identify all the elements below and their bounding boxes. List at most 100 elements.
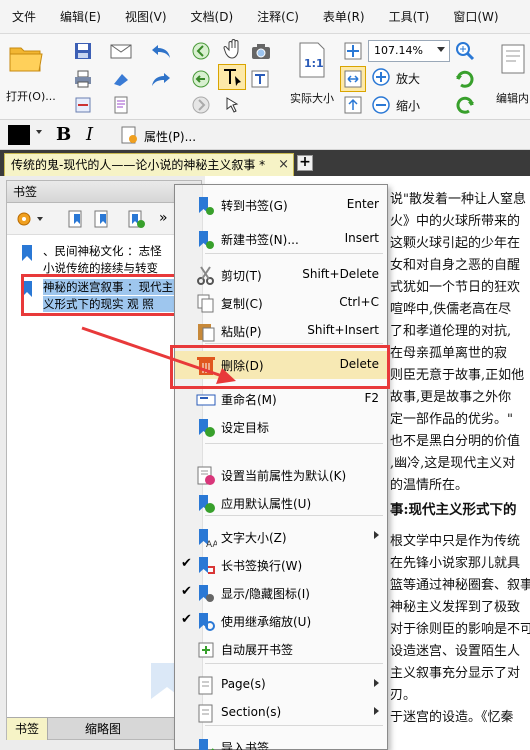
menu-item-wrap-bookmark[interactable]: ✔ 长书签换行(W): [175, 551, 387, 579]
chevron-down-icon[interactable]: [437, 47, 445, 52]
chevron-right-icon: [374, 679, 379, 687]
close-icon[interactable]: ×: [278, 154, 289, 176]
document-line: 于迷宫的设造。《忆秦: [390, 710, 514, 725]
document-line: 也不是黑白分明的价值: [390, 434, 521, 449]
select-annotation-icon[interactable]: [222, 94, 244, 116]
fit-width-icon[interactable]: [342, 40, 364, 62]
menu-tools[interactable]: 工具(T): [377, 0, 442, 34]
add-tab-button[interactable]: +: [297, 155, 313, 171]
zoom-out-icon[interactable]: [370, 94, 392, 116]
forward-icon[interactable]: [190, 94, 212, 116]
gear-icon[interactable]: [13, 208, 35, 230]
chevron-down-icon[interactable]: [36, 130, 42, 134]
menu-item-label: 自动展开书签: [221, 643, 294, 657]
menu-item-set-default[interactable]: 设置当前属性为默认(K): [175, 461, 387, 489]
menu-document[interactable]: 文档(D): [179, 0, 246, 34]
open-label[interactable]: 打开(O)...: [6, 88, 56, 104]
doc-icon[interactable]: [110, 94, 132, 116]
fit-visible-icon[interactable]: [342, 94, 364, 116]
scan-icon[interactable]: [72, 94, 94, 116]
actual-size-icon[interactable]: 1:1: [296, 40, 328, 80]
back-icon[interactable]: [190, 40, 212, 62]
menu-form[interactable]: 表单(R): [311, 0, 377, 34]
bookmark-label-line2: 小说传统的接续与转变: [43, 261, 158, 275]
magnifier-icon[interactable]: [454, 40, 476, 62]
document-line: 定一部作品的优劣。": [390, 412, 513, 427]
new-bookmark-icon[interactable]: [125, 208, 147, 230]
menu-item-auto-expand[interactable]: 自动展开书签: [175, 635, 387, 663]
redo-icon[interactable]: [150, 68, 172, 90]
zoom-in-label[interactable]: 放大: [396, 70, 420, 87]
menu-item-goto-bookmark[interactable]: 转到书签(G) Enter: [175, 191, 387, 219]
tab-thumbnails[interactable]: 缩略图: [77, 718, 129, 740]
menu-item-new-bookmark[interactable]: 新建书签(N)... Insert: [175, 225, 387, 253]
color-swatch[interactable]: [8, 125, 30, 145]
pages-icon: [198, 676, 213, 695]
text-select-icon[interactable]: [250, 68, 272, 90]
show-hide-icon: [199, 585, 214, 602]
menu-comment[interactable]: 注释(C): [245, 0, 311, 34]
prev-page-icon[interactable]: [190, 68, 212, 90]
fill-icon[interactable]: [110, 68, 132, 90]
menu-item-label: 显示/隐藏图标(I): [221, 587, 310, 601]
menu-item-pages[interactable]: Page(s): [175, 671, 387, 699]
menu-file[interactable]: 文件: [0, 0, 48, 34]
zoom-out-label[interactable]: 缩小: [396, 97, 420, 114]
actual-size-label[interactable]: 实际大小: [290, 90, 334, 106]
more-chevron-icon[interactable]: »: [159, 210, 168, 226]
menu-item-paste[interactable]: 粘贴(P) Shift+Insert: [175, 317, 387, 345]
menu-edit[interactable]: 编辑(E): [48, 0, 113, 34]
bold-button[interactable]: B: [56, 124, 71, 145]
menu-item-rename[interactable]: 重命名(M) F2: [175, 385, 387, 413]
zoom-select[interactable]: 107.14%: [368, 40, 450, 62]
menu-window[interactable]: 窗口(W): [441, 0, 510, 34]
snapshot-icon[interactable]: [250, 40, 272, 62]
fit-page-icon[interactable]: [340, 66, 366, 92]
hand-icon[interactable]: [222, 38, 244, 60]
edit-content-label[interactable]: 编辑内: [496, 90, 529, 106]
document-line: 的温情所在。: [390, 478, 469, 493]
menu-item-label: 应用默认属性(U): [221, 497, 312, 511]
tab-bookmarks[interactable]: 书签: [7, 718, 49, 740]
menu-item-set-target[interactable]: 设定目标: [175, 413, 387, 441]
edit-content-icon[interactable]: [500, 42, 528, 76]
format-toolbar: B I 属性(P)...: [0, 120, 530, 150]
check-icon: ✔: [181, 584, 192, 599]
save-icon[interactable]: [72, 40, 94, 62]
menu-item-label: 导入书签: [221, 741, 270, 750]
rotate-icon[interactable]: [454, 68, 476, 90]
print-icon[interactable]: [72, 68, 94, 90]
collapse-bookmark-icon[interactable]: [91, 208, 113, 230]
menu-item-sections[interactable]: Section(s): [175, 699, 387, 727]
italic-button[interactable]: I: [86, 124, 93, 145]
email-icon[interactable]: [110, 40, 132, 62]
rotate-back-icon[interactable]: [454, 94, 476, 116]
trash-icon: [197, 357, 215, 375]
menu-item-label: 长书签换行(W): [221, 559, 303, 573]
document-line: 主义叙事充分显示了对: [390, 666, 521, 681]
menu-item-shortcut: Enter: [346, 197, 379, 211]
auto-expand-icon: [198, 642, 214, 658]
menu-view[interactable]: 视图(V): [113, 0, 179, 34]
folder-open-icon[interactable]: [8, 40, 44, 76]
document-line: 事:现代主义形式下的: [390, 502, 517, 518]
menu-item-scissors[interactable]: 剪切(T) Shift+Delete: [175, 261, 387, 289]
expand-bookmark-icon[interactable]: [65, 208, 87, 230]
document-tab[interactable]: 传统的鬼-现代的人——论小说的神秘主义叙事 * ×: [4, 153, 294, 176]
properties-label[interactable]: 属性(P)...: [144, 128, 196, 145]
menu-item-apply-default[interactable]: 应用默认属性(U): [175, 489, 387, 517]
menu-item-import-bookmark[interactable]: 导入书签: [175, 733, 387, 750]
menu-item-text-size[interactable]: AA 文字大小(Z): [175, 523, 387, 551]
chevron-down-icon[interactable]: [37, 217, 43, 221]
undo-icon[interactable]: [150, 40, 172, 62]
svg-text:AA: AA: [206, 540, 217, 549]
zoom-in-icon[interactable]: [370, 66, 392, 88]
bookmark-icon: [22, 281, 32, 297]
menu-separator: [205, 443, 383, 444]
menu-item-show-hide[interactable]: ✔ 显示/隐藏图标(I): [175, 579, 387, 607]
menu-item-trash[interactable]: 删除(D) Delete: [175, 351, 387, 379]
select-text-icon[interactable]: [218, 64, 246, 90]
menu-item-copy[interactable]: 复制(C) Ctrl+C: [175, 289, 387, 317]
properties-icon[interactable]: [118, 124, 140, 146]
menu-item-inherit-zoom[interactable]: ✔ 使用继承缩放(U): [175, 607, 387, 635]
